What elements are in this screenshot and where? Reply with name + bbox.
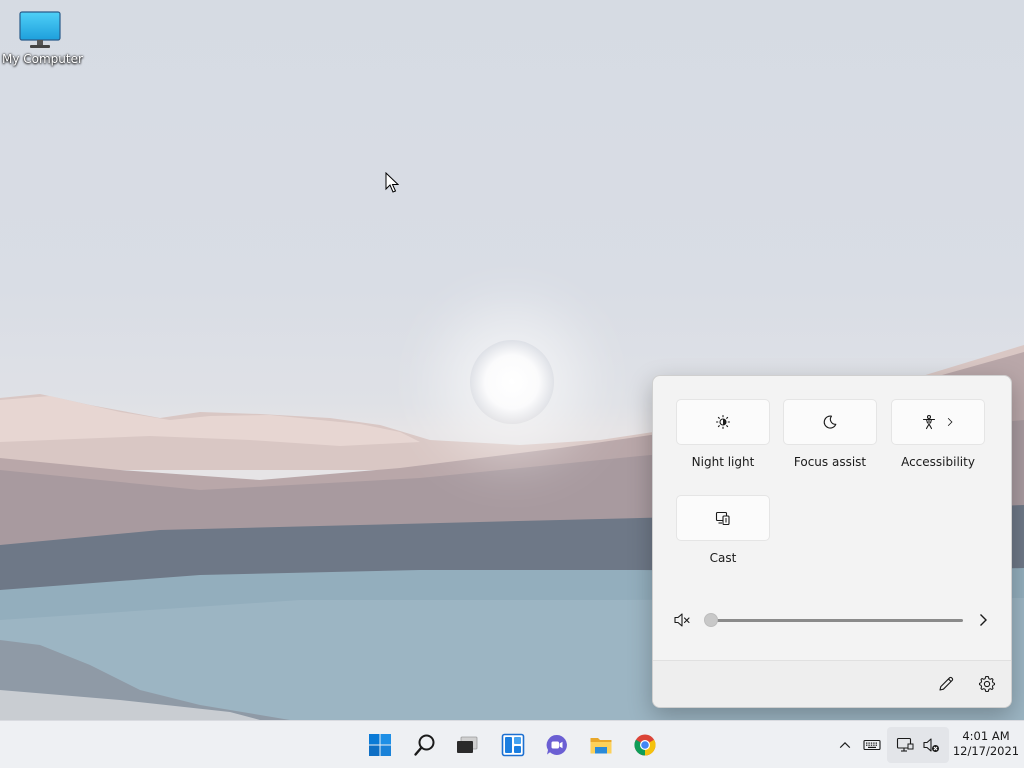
tile-label: Night light (691, 455, 755, 469)
cast-icon (715, 511, 730, 526)
quick-settings-button[interactable] (887, 727, 949, 763)
input-indicator-button[interactable] (862, 735, 882, 755)
keyboard-icon (863, 739, 881, 751)
night-light-toggle[interactable] (676, 399, 770, 445)
volume-slider[interactable] (704, 613, 963, 627)
speaker-muted-icon[interactable] (673, 611, 691, 629)
taskbar-clock[interactable]: 4:01 AM 12/17/2021 (950, 729, 1022, 759)
chrome-button[interactable] (631, 731, 659, 759)
show-hidden-icons-button[interactable] (835, 735, 855, 755)
pencil-icon[interactable] (936, 674, 956, 694)
widgets-icon (501, 733, 525, 757)
chrome-icon (634, 734, 656, 756)
task-view-icon (457, 736, 478, 753)
folder-icon (590, 738, 612, 754)
focus-assist-toggle[interactable] (783, 399, 877, 445)
widgets-button[interactable] (499, 731, 527, 759)
speaker-muted-icon (923, 738, 939, 752)
moon-icon (823, 415, 837, 429)
chat-icon (546, 734, 567, 755)
start-button[interactable] (366, 731, 394, 759)
quick-tile-night-light: Night light (676, 399, 770, 469)
gear-icon[interactable] (977, 674, 997, 694)
tile-label: Focus assist (793, 455, 867, 469)
tile-label: Accessibility (901, 455, 975, 469)
windows-logo-icon (369, 734, 391, 756)
chevron-right-icon (947, 417, 953, 427)
volume-status (921, 735, 941, 755)
volume-slider-thumb[interactable] (704, 613, 718, 627)
chat-button[interactable] (543, 731, 571, 759)
brightness-icon (715, 414, 731, 430)
quick-settings-footer (653, 660, 1011, 707)
mouse-cursor-icon (385, 172, 399, 193)
chevron-up-icon (839, 741, 851, 749)
search-button[interactable] (411, 731, 439, 759)
network-icon (896, 737, 914, 752)
sun (470, 340, 554, 424)
quick-tile-focus-assist: Focus assist (783, 399, 877, 469)
quick-tile-accessibility: Accessibility (891, 399, 985, 469)
desktop-icon-my-computer[interactable]: My Computer (2, 10, 83, 66)
taskbar: 4:01 AM 12/17/2021 (0, 720, 1024, 768)
accessibility-icon (922, 414, 936, 430)
file-explorer-button[interactable] (587, 731, 615, 759)
volume-row (671, 608, 993, 632)
monitor-icon (19, 11, 61, 48)
network-status (895, 735, 915, 755)
quick-tile-cast: Cast (676, 495, 770, 565)
chevron-right-icon[interactable] (975, 612, 991, 628)
accessibility-button[interactable] (891, 399, 985, 445)
task-view-button[interactable] (453, 731, 481, 759)
desktop-icon-label: My Computer (2, 52, 83, 66)
clock-date: 12/17/2021 (952, 744, 1020, 758)
search-icon (414, 734, 435, 756)
tile-label: Cast (709, 551, 737, 565)
clock-time: 4:01 AM (962, 729, 1010, 743)
quick-settings-flyout: Night light Focus assist Accessibility C… (652, 375, 1012, 708)
cast-button[interactable] (676, 495, 770, 541)
